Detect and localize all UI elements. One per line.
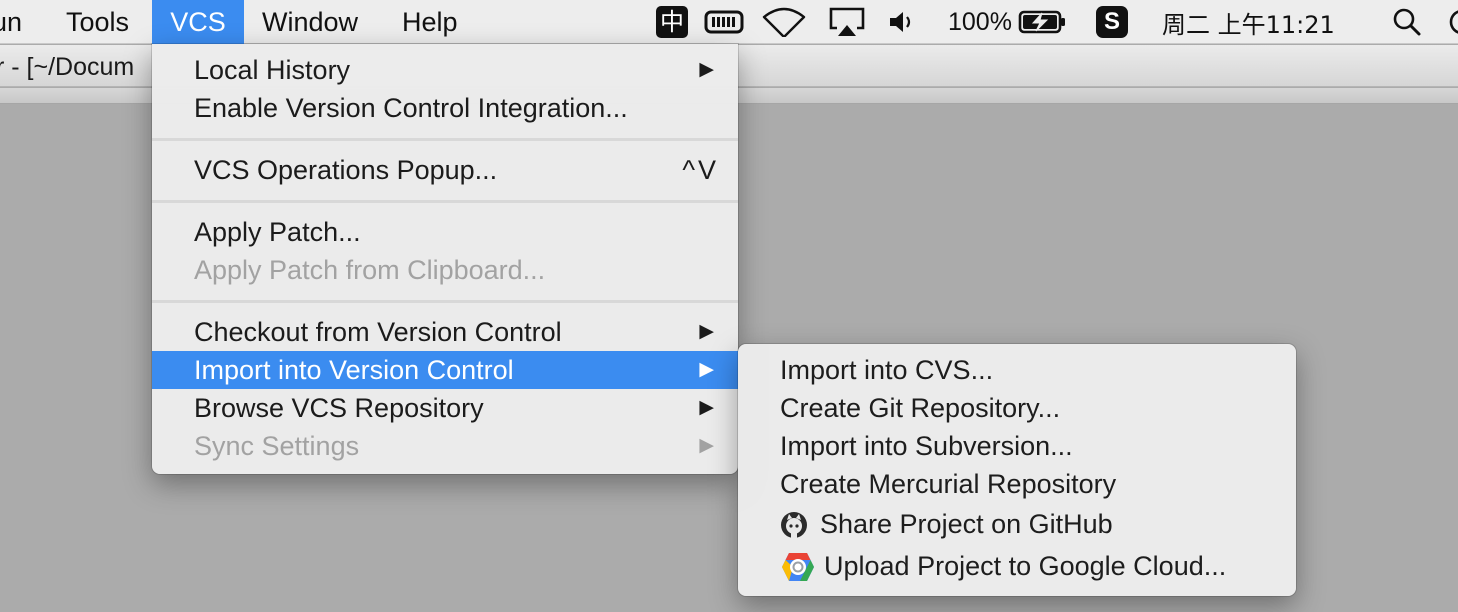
volume-icon[interactable] — [888, 0, 916, 44]
submenu-arrow-icon: ▶ — [699, 359, 714, 380]
github-octocat-icon — [780, 511, 808, 549]
menu-item-label: Enable Version Control Integration... — [194, 93, 628, 123]
menu-window[interactable]: Window — [262, 0, 358, 44]
submenu-arrow-icon: ▶ — [699, 59, 714, 80]
menu-item-label: Browse VCS Repository — [194, 393, 484, 423]
menu-item-label: Apply Patch from Clipboard... — [194, 255, 546, 285]
clock[interactable]: 周二 上午11:21 — [1162, 0, 1335, 44]
menu-item-enable-vcs-integration[interactable]: Enable Version Control Integration... — [152, 89, 738, 127]
menu-item-label: Import into Version Control — [194, 355, 514, 385]
menu-tools[interactable]: Tools — [66, 0, 129, 44]
menu-separator — [152, 138, 738, 141]
menu-item-apply-patch-clipboard: Apply Patch from Clipboard... — [152, 251, 738, 289]
notification-center-icon[interactable] — [1448, 0, 1458, 44]
menu-item-vcs-operations-popup[interactable]: VCS Operations Popup... ^V — [152, 151, 738, 189]
spotlight-search-icon[interactable] — [1392, 0, 1422, 44]
sogou-label: S — [1096, 6, 1128, 38]
menu-item-label: Checkout from Version Control — [194, 317, 562, 347]
submenu-item-label: Share Project on GitHub — [820, 509, 1113, 539]
submenu-item-label: Create Git Repository... — [780, 393, 1061, 423]
sogou-input-icon[interactable]: S — [1096, 0, 1128, 44]
submenu-arrow-icon: ▶ — [699, 435, 714, 456]
menu-vcs[interactable]: VCS — [152, 0, 244, 44]
window-title: r - [~/Docum — [0, 53, 135, 81]
menu-separator — [152, 300, 738, 303]
menu-item-label: VCS Operations Popup... — [194, 155, 498, 185]
menu-help[interactable]: Help — [402, 0, 458, 44]
menu-item-local-history[interactable]: Local History ▶ — [152, 51, 738, 89]
menu-separator — [152, 200, 738, 203]
submenu-item-import-cvs[interactable]: Import into CVS... — [738, 351, 1296, 389]
menu-item-checkout[interactable]: Checkout from Version Control ▶ — [152, 313, 738, 351]
menu-item-apply-patch[interactable]: Apply Patch... — [152, 213, 738, 251]
submenu-arrow-icon: ▶ — [699, 397, 714, 418]
menu-item-sync-settings: Sync Settings ▶ — [152, 427, 738, 465]
submenu-arrow-icon: ▶ — [699, 321, 714, 342]
submenu-item-label: Import into CVS... — [780, 355, 994, 385]
menu-item-label: Apply Patch... — [194, 217, 361, 247]
submenu-item-create-git-repository[interactable]: Create Git Repository... — [738, 389, 1296, 427]
menu-item-import-into-vcs[interactable]: Import into Version Control ▶ — [152, 351, 738, 389]
input-method-icon[interactable]: 中 — [656, 0, 688, 44]
google-cloud-icon — [780, 550, 816, 594]
menu-item-shortcut: ^V — [682, 155, 719, 185]
wifi-icon[interactable] — [762, 0, 806, 44]
menu-bar: un Tools VCS Window Help 中 — [0, 0, 1458, 44]
import-submenu: Import into CVS... Create Git Repository… — [738, 344, 1296, 596]
submenu-item-upload-google-cloud[interactable]: Upload Project to Google Cloud... — [738, 547, 1296, 585]
submenu-item-label: Create Mercurial Repository — [780, 469, 1117, 499]
menu-item-browse-vcs-repository[interactable]: Browse VCS Repository ▶ — [152, 389, 738, 427]
battery-percent: 100% — [948, 0, 1012, 44]
battery-charging-icon[interactable] — [1018, 0, 1068, 44]
menu-item-label: Local History — [194, 55, 351, 85]
submenu-item-label: Import into Subversion... — [780, 431, 1073, 461]
menu-run[interactable]: un — [0, 0, 22, 44]
keyboard-icon[interactable] — [704, 0, 744, 44]
input-method-label: 中 — [656, 6, 688, 38]
submenu-item-share-on-github[interactable]: Share Project on GitHub — [738, 505, 1296, 543]
submenu-item-import-subversion[interactable]: Import into Subversion... — [738, 427, 1296, 465]
menu-item-label: Sync Settings — [194, 431, 360, 461]
battery-percent-text: 100% — [948, 7, 1012, 36]
clock-text: 周二 上午11:21 — [1162, 10, 1335, 39]
submenu-item-create-mercurial-repository[interactable]: Create Mercurial Repository — [738, 465, 1296, 503]
airplay-icon[interactable] — [828, 0, 866, 44]
submenu-item-label: Upload Project to Google Cloud... — [824, 551, 1227, 581]
vcs-menu: Local History ▶ Enable Version Control I… — [152, 44, 738, 474]
